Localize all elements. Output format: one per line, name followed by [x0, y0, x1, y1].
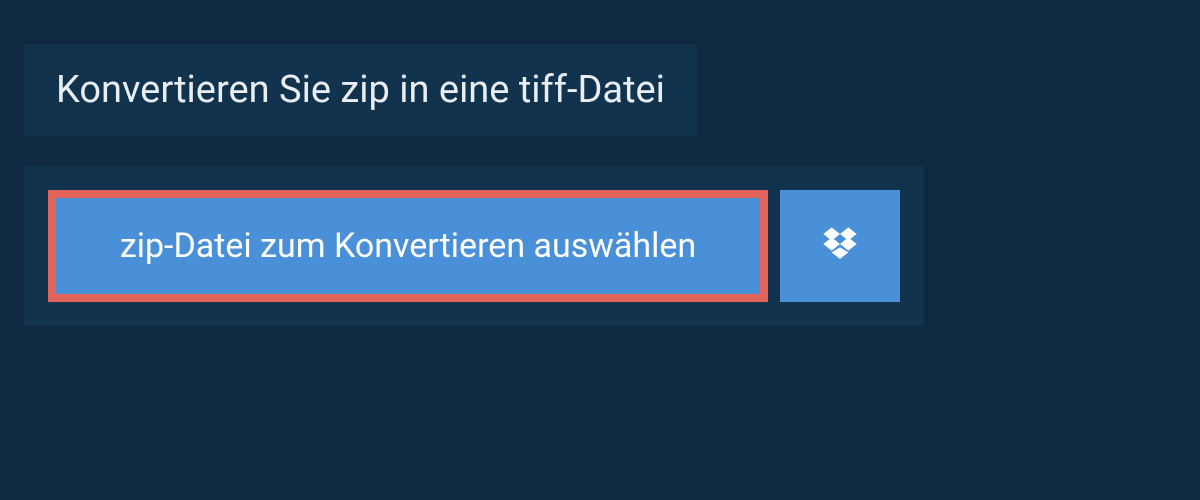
page-title: Konvertieren Sie zip in eine tiff-Datei — [56, 68, 665, 112]
dropbox-icon — [820, 224, 860, 268]
select-file-label: zip-Datei zum Konvertieren auswählen — [120, 226, 696, 266]
dropbox-button[interactable] — [780, 190, 900, 302]
select-file-button[interactable]: zip-Datei zum Konvertieren auswählen — [48, 190, 768, 302]
button-panel: zip-Datei zum Konvertieren auswählen — [24, 166, 924, 326]
title-bar: Konvertieren Sie zip in eine tiff-Datei — [24, 44, 697, 136]
